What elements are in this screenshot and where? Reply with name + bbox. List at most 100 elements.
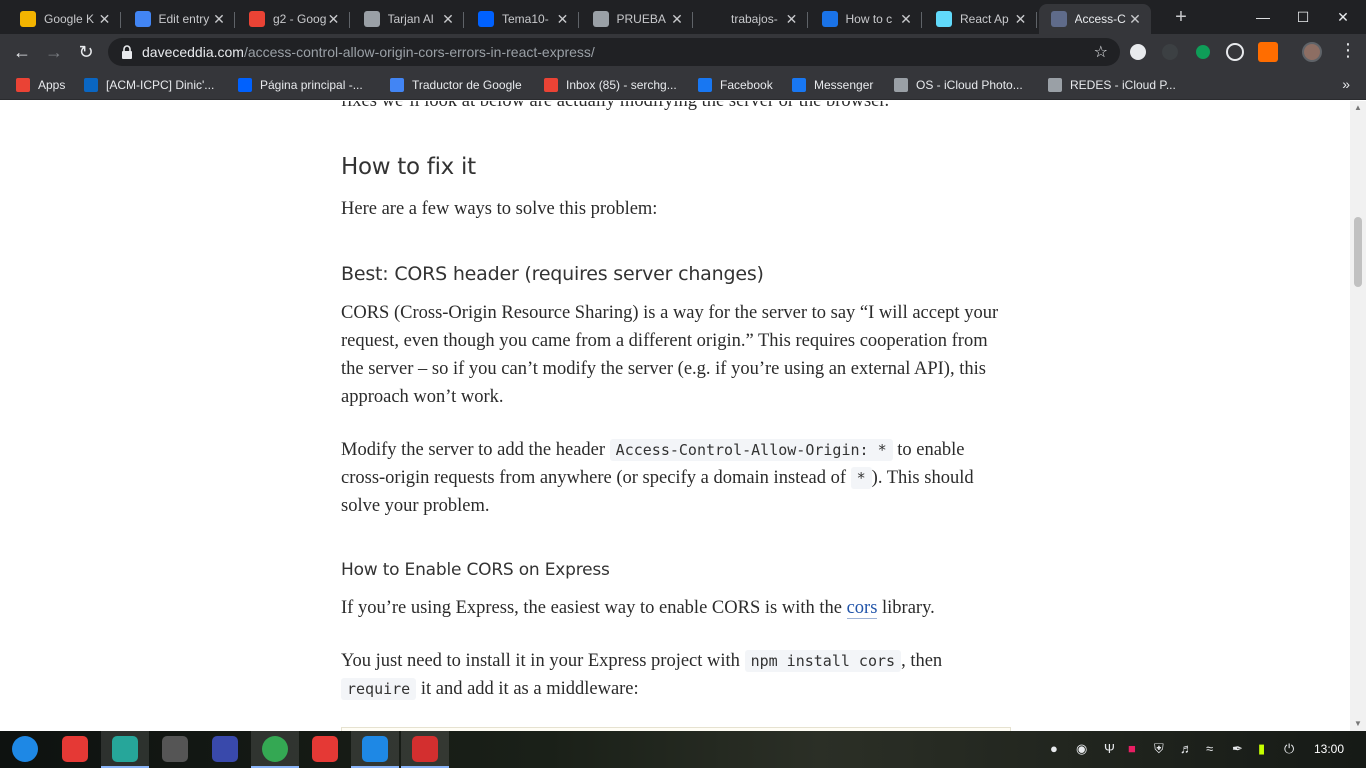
modify-paragraph: Modify the server to add the header Acce… bbox=[341, 436, 1001, 520]
react-devtools-icon[interactable] bbox=[1226, 43, 1244, 61]
address-url[interactable]: daveceddia.com/access-control-allow-orig… bbox=[142, 44, 595, 60]
store-icon[interactable] bbox=[112, 736, 138, 762]
bookmark-item[interactable]: Traductor de Google bbox=[390, 76, 522, 94]
tab-title: Google K bbox=[44, 12, 95, 26]
back-button[interactable]: ← bbox=[10, 40, 34, 64]
close-tab-icon[interactable]: ✕ bbox=[669, 11, 685, 28]
tab-title: How to c bbox=[845, 12, 893, 26]
page-scrollbar[interactable]: ▲ ▼ bbox=[1350, 101, 1366, 731]
address-bar[interactable]: daveceddia.com/access-control-allow-orig… bbox=[108, 38, 1120, 66]
browser-tab[interactable]: PRUEBA ✕ bbox=[581, 4, 693, 34]
bookmark-item[interactable]: Facebook bbox=[698, 76, 773, 94]
browser-tab[interactable]: trabajos- ✕ bbox=[695, 4, 808, 34]
vscode-icon[interactable] bbox=[362, 736, 388, 762]
bookmark-label: [ACM-ICPC] Dinic'... bbox=[106, 78, 215, 92]
browser-tab[interactable]: Edit entry ✕ bbox=[123, 4, 235, 34]
heading-enable-cors-express: How to Enable CORS on Express bbox=[341, 560, 610, 580]
forward-button[interactable]: → bbox=[42, 40, 66, 64]
usb-tray-icon[interactable]: Ψ bbox=[1104, 741, 1115, 756]
browser-tab[interactable]: Tarjan Al ✕ bbox=[352, 4, 464, 34]
close-tab-icon[interactable]: ✕ bbox=[555, 11, 571, 28]
power-icon[interactable]: ⏻ bbox=[1284, 741, 1294, 757]
close-tab-icon[interactable]: ✕ bbox=[97, 11, 113, 28]
close-tab-icon[interactable]: ✕ bbox=[898, 11, 914, 28]
opera-icon[interactable] bbox=[312, 736, 338, 762]
close-tab-icon[interactable]: ✕ bbox=[326, 11, 342, 28]
sublime-icon[interactable] bbox=[162, 736, 188, 762]
clock[interactable]: 13:00 bbox=[1314, 742, 1344, 756]
code-require: require bbox=[341, 678, 417, 700]
vpn-tray-icon[interactable]: ⛨ bbox=[1154, 741, 1164, 757]
gmail-icon bbox=[544, 78, 558, 92]
volume-icon[interactable]: ♬ bbox=[1180, 741, 1193, 756]
browser-tab[interactable]: Tema10- ✕ bbox=[466, 4, 579, 34]
extension-icon[interactable] bbox=[1130, 44, 1146, 60]
bookmark-label: Messenger bbox=[814, 78, 874, 92]
bookmark-label: REDES - iCloud P... bbox=[1070, 78, 1176, 92]
bookmark-item[interactable]: OS - iCloud Photo... bbox=[894, 76, 1023, 94]
grammarly-icon[interactable] bbox=[1196, 45, 1210, 59]
browser-tab[interactable]: g2 - Goog ✕ bbox=[237, 4, 350, 34]
close-tab-icon[interactable]: ✕ bbox=[211, 11, 227, 28]
discord-tray-icon[interactable]: ◉ bbox=[1076, 741, 1087, 757]
pen-tray-icon[interactable]: ✒ bbox=[1232, 741, 1243, 757]
browser-tab[interactable]: How to c ✕ bbox=[810, 4, 922, 34]
bookmark-item[interactable]: REDES - iCloud P... bbox=[1048, 76, 1176, 94]
cors-link[interactable]: cors bbox=[846, 598, 878, 619]
freecodecamp-icon bbox=[821, 11, 838, 27]
browser-tab[interactable]: React Ap ✕ bbox=[924, 4, 1037, 34]
chat-tray-icon[interactable]: ● bbox=[1050, 741, 1058, 756]
launcher-icon[interactable] bbox=[12, 736, 38, 762]
bookmark-label: OS - iCloud Photo... bbox=[916, 78, 1023, 92]
bookmarks-overflow-icon[interactable]: » bbox=[1342, 76, 1350, 92]
close-tab-icon[interactable]: ✕ bbox=[784, 11, 800, 28]
reload-button[interactable]: ↻ bbox=[74, 40, 98, 64]
express-text-2: library. bbox=[882, 598, 935, 618]
lock-icon[interactable] bbox=[120, 44, 134, 60]
close-tab-icon[interactable]: ✕ bbox=[1127, 11, 1143, 28]
install-text-2: , then bbox=[901, 651, 943, 671]
browser-tab[interactable]: Access-C ✕ bbox=[1038, 4, 1151, 34]
scroll-down-icon[interactable]: ▼ bbox=[1354, 719, 1362, 728]
scroll-up-icon[interactable]: ▲ bbox=[1354, 103, 1362, 112]
tab-separator bbox=[577, 12, 579, 28]
jetbrains-tray-icon[interactable]: ■ bbox=[1128, 741, 1136, 756]
close-tab-icon[interactable]: ✕ bbox=[440, 11, 456, 28]
extension-grid-icon[interactable] bbox=[1162, 44, 1178, 60]
browser-tab[interactable]: Google K ✕ bbox=[8, 4, 121, 34]
tab-separator bbox=[348, 12, 350, 28]
dropbox-icon bbox=[238, 78, 252, 92]
close-tab-icon[interactable]: ✕ bbox=[1013, 11, 1029, 28]
tab-title: trabajos- bbox=[731, 12, 778, 26]
dc-icon bbox=[1050, 11, 1067, 27]
tab-title: g2 - Goog bbox=[273, 12, 326, 26]
heading-best-cors: Best: CORS header (requires server chang… bbox=[341, 263, 764, 285]
terminal-icon[interactable] bbox=[412, 736, 438, 762]
wifi-icon[interactable]: ≈ bbox=[1206, 741, 1213, 756]
code-header: Access-Control-Allow-Origin: * bbox=[609, 439, 893, 461]
tab-title: Edit entry bbox=[158, 12, 210, 26]
menu-kebab-icon[interactable]: ⋮ bbox=[1338, 40, 1358, 61]
apple-icon bbox=[1048, 78, 1062, 92]
monitor-icon[interactable] bbox=[212, 736, 238, 762]
bookmark-item[interactable]: Página principal -... bbox=[238, 76, 363, 94]
new-tab-button[interactable]: + bbox=[1170, 6, 1192, 28]
tab-separator bbox=[1035, 12, 1037, 28]
record-icon[interactable] bbox=[62, 736, 88, 762]
dropbox-icon bbox=[478, 11, 494, 27]
scrollbar-thumb[interactable] bbox=[1354, 217, 1362, 287]
express-text-1: If you’re using Express, the easiest way… bbox=[341, 598, 842, 618]
profile-avatar[interactable] bbox=[1302, 42, 1322, 62]
extension-off-icon[interactable] bbox=[1258, 42, 1278, 62]
bookmark-item[interactable]: Apps bbox=[16, 76, 65, 94]
battery-icon[interactable]: ▮ bbox=[1258, 741, 1265, 757]
translate-icon bbox=[390, 78, 404, 92]
bookmark-item[interactable]: [ACM-ICPC] Dinic'... bbox=[84, 76, 214, 94]
os-taskbar: ● ◉ Ψ ■ ⛨ ♬ ≈ ✒ ▮ ⏻ 13:00 bbox=[0, 731, 1366, 768]
close-window-button[interactable]: ✕ bbox=[1320, 0, 1366, 34]
bookmark-item[interactable]: Inbox (85) - serchg... bbox=[544, 76, 677, 94]
bookmark-item[interactable]: Messenger bbox=[792, 76, 873, 94]
chrome-icon[interactable] bbox=[262, 736, 288, 762]
bookmark-star-icon[interactable]: ☆ bbox=[1094, 42, 1108, 62]
tab-separator bbox=[806, 12, 808, 28]
